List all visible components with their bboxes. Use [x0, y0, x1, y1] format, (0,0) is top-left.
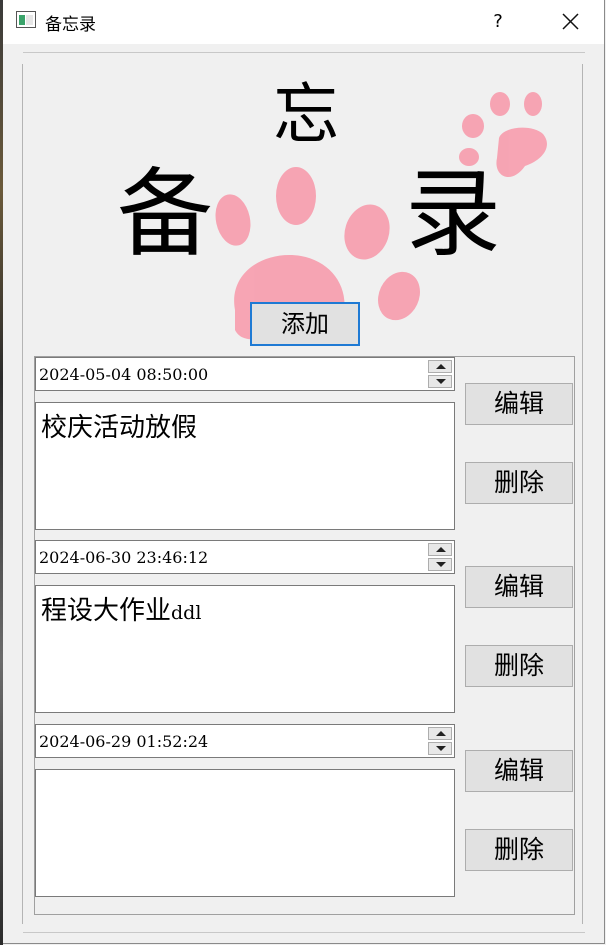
edit-button-2[interactable]: 编辑 [465, 566, 573, 608]
memo-text-area-1[interactable]: 校庆活动放假 [35, 402, 455, 530]
delete-button-3[interactable]: 删除 [465, 829, 573, 871]
memo-text-area-3[interactable] [35, 769, 455, 897]
datetime-value: 2024-06-29 01:52:24 [39, 732, 209, 751]
datetime-edit-3[interactable]: 2024-06-29 01:52:24 [35, 724, 455, 758]
spin-up-arrow-icon[interactable] [428, 727, 452, 740]
spin-down-arrow-icon[interactable] [428, 742, 452, 755]
datetime-spinner [428, 360, 452, 388]
heading-char-top: 忘 [273, 76, 339, 153]
datetime-edit-1[interactable]: 2024-05-04 08:50:00 [35, 357, 455, 391]
memo-text: 程设大作业ddl [41, 596, 202, 626]
edit-button-1[interactable]: 编辑 [465, 383, 573, 425]
datetime-spinner [428, 543, 452, 571]
add-button[interactable]: 添加 [250, 302, 360, 346]
spin-up-arrow-icon[interactable] [428, 360, 452, 373]
memo-text: 校庆活动放假 [41, 413, 198, 443]
heading-char-right: 录 [405, 158, 501, 270]
memo-window: 备忘录 ? 忘 备 录 添加 2024-05-04 08:50:00 校庆活动放… [3, 0, 605, 944]
heading-char-left: 备 [117, 158, 213, 270]
datetime-edit-2[interactable]: 2024-06-30 23:46:12 [35, 540, 455, 574]
delete-button-1[interactable]: 删除 [465, 462, 573, 504]
spin-down-arrow-icon[interactable] [428, 558, 452, 571]
delete-button-2[interactable]: 删除 [465, 645, 573, 687]
datetime-value: 2024-06-30 23:46:12 [39, 548, 209, 567]
edit-button-3[interactable]: 编辑 [465, 750, 573, 792]
spin-up-arrow-icon[interactable] [428, 543, 452, 556]
datetime-spinner [428, 727, 452, 755]
memo-text-area-2[interactable]: 程设大作业ddl [35, 585, 455, 713]
divider-bottom [23, 932, 585, 933]
datetime-value: 2024-05-04 08:50:00 [39, 365, 209, 384]
spin-down-arrow-icon[interactable] [428, 375, 452, 388]
